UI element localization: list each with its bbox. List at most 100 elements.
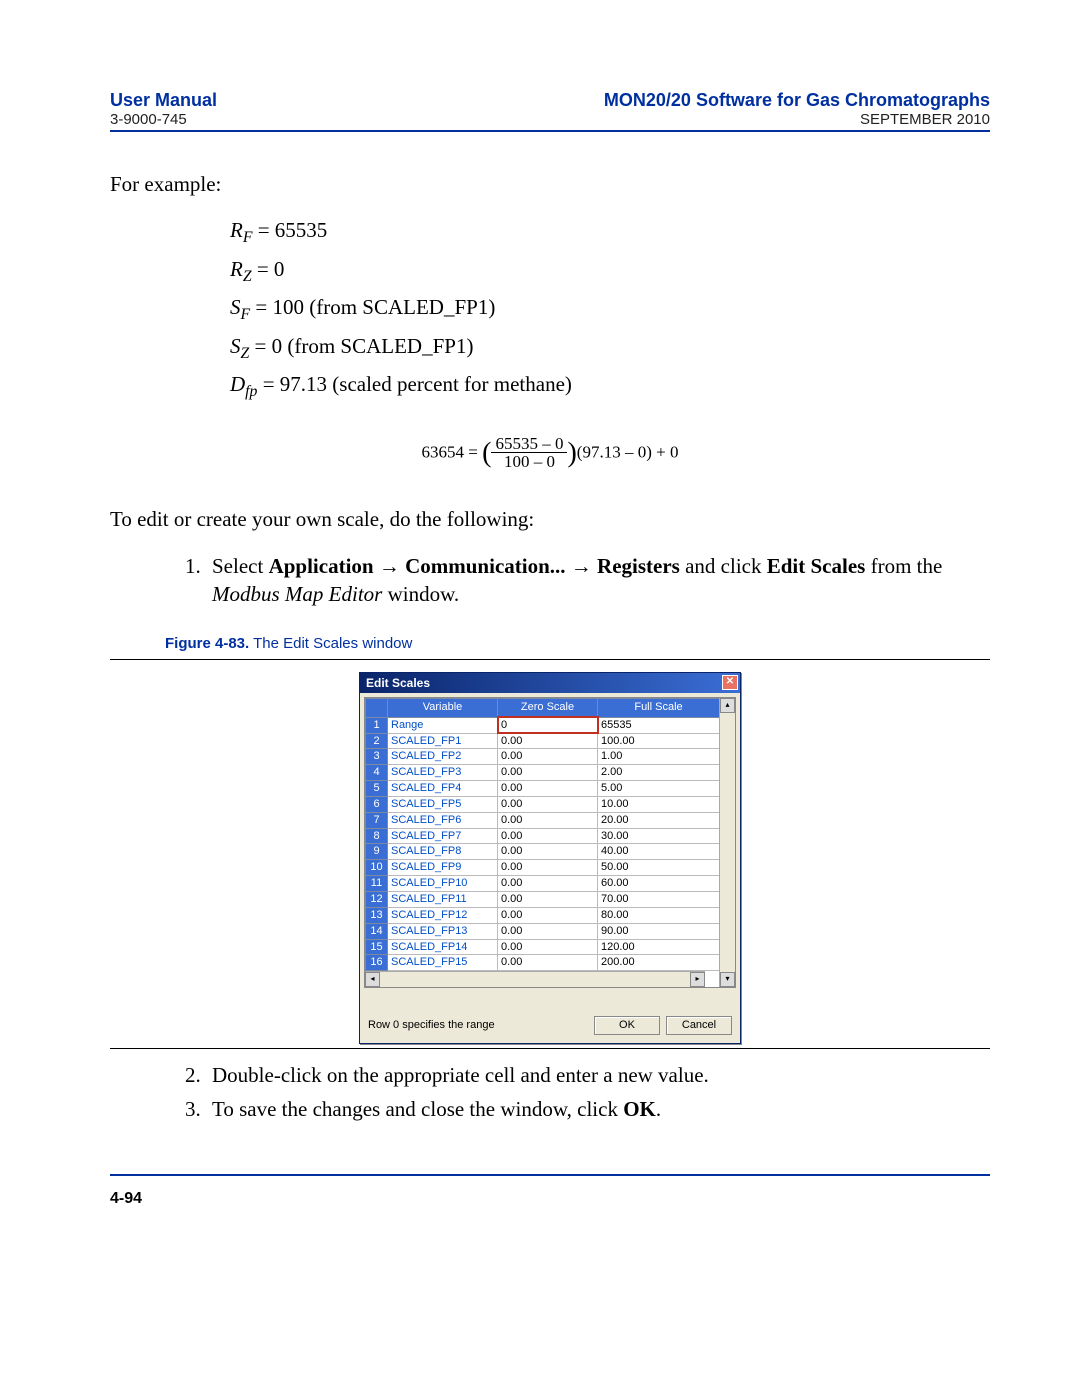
cell-full-scale[interactable]: 90.00 (598, 923, 720, 939)
cell-full-scale[interactable]: 60.00 (598, 876, 720, 892)
cell-zero-scale[interactable]: 0.00 (498, 796, 598, 812)
cell-zero-scale[interactable]: 0.00 (498, 812, 598, 828)
row-number[interactable]: 16 (366, 955, 388, 971)
row-number[interactable]: 10 (366, 860, 388, 876)
cell-full-scale[interactable]: 2.00 (598, 765, 720, 781)
instruction-intro: To edit or create your own scale, do the… (110, 505, 990, 533)
cell-variable[interactable]: SCALED_FP3 (388, 765, 498, 781)
row-number[interactable]: 2 (366, 733, 388, 749)
cell-full-scale[interactable]: 200.00 (598, 955, 720, 971)
table-row[interactable]: 11SCALED_FP100.0060.00 (366, 876, 720, 892)
cell-zero-scale[interactable]: 0.00 (498, 765, 598, 781)
table-row[interactable]: 5SCALED_FP40.005.00 (366, 781, 720, 797)
cell-variable[interactable]: SCALED_FP1 (388, 733, 498, 749)
cell-variable[interactable]: SCALED_FP11 (388, 891, 498, 907)
cancel-button[interactable]: Cancel (666, 1016, 732, 1035)
cell-zero-scale[interactable]: 0.00 (498, 749, 598, 765)
row-number[interactable]: 4 (366, 765, 388, 781)
row-number[interactable]: 13 (366, 907, 388, 923)
cell-full-scale[interactable]: 1.00 (598, 749, 720, 765)
row-number[interactable]: 15 (366, 939, 388, 955)
row-number[interactable]: 11 (366, 876, 388, 892)
cell-zero-scale[interactable]: 0 (498, 717, 598, 733)
scroll-left-icon[interactable]: ◂ (365, 972, 380, 987)
cell-variable[interactable]: SCALED_FP4 (388, 781, 498, 797)
table-row[interactable]: 8SCALED_FP70.0030.00 (366, 828, 720, 844)
row-number[interactable]: 7 (366, 812, 388, 828)
cell-full-scale[interactable]: 70.00 (598, 891, 720, 907)
row-number[interactable]: 5 (366, 781, 388, 797)
table-row[interactable]: 2SCALED_FP10.00100.00 (366, 733, 720, 749)
col-variable[interactable]: Variable (388, 698, 498, 717)
cell-full-scale[interactable]: 50.00 (598, 860, 720, 876)
intro-text: For example: (110, 170, 990, 198)
page-number: 4-94 (110, 1190, 990, 1208)
cell-full-scale[interactable]: 5.00 (598, 781, 720, 797)
table-row[interactable]: 9SCALED_FP80.0040.00 (366, 844, 720, 860)
row-number[interactable]: 3 (366, 749, 388, 765)
scroll-down-icon[interactable]: ▾ (720, 972, 735, 987)
scales-grid[interactable]: Variable Zero Scale Full Scale 1Range065… (364, 697, 736, 989)
scroll-right-icon[interactable]: ▸ (690, 972, 705, 987)
cell-full-scale[interactable]: 30.00 (598, 828, 720, 844)
cell-zero-scale[interactable]: 0.00 (498, 955, 598, 971)
row-number[interactable]: 14 (366, 923, 388, 939)
cell-full-scale[interactable]: 100.00 (598, 733, 720, 749)
cell-zero-scale[interactable]: 0.00 (498, 844, 598, 860)
cell-zero-scale[interactable]: 0.00 (498, 828, 598, 844)
cell-zero-scale[interactable]: 0.00 (498, 781, 598, 797)
cell-full-scale[interactable]: 65535 (598, 717, 720, 733)
row-number[interactable]: 12 (366, 891, 388, 907)
cell-variable[interactable]: SCALED_FP13 (388, 923, 498, 939)
row-number[interactable]: 9 (366, 844, 388, 860)
cell-zero-scale[interactable]: 0.00 (498, 733, 598, 749)
cell-full-scale[interactable]: 40.00 (598, 844, 720, 860)
cell-variable[interactable]: SCALED_FP14 (388, 939, 498, 955)
cell-variable[interactable]: SCALED_FP6 (388, 812, 498, 828)
col-full-scale[interactable]: Full Scale (598, 698, 720, 717)
cell-full-scale[interactable]: 20.00 (598, 812, 720, 828)
cell-variable[interactable]: SCALED_FP5 (388, 796, 498, 812)
cell-variable[interactable]: SCALED_FP9 (388, 860, 498, 876)
cell-zero-scale[interactable]: 0.00 (498, 891, 598, 907)
dialog-titlebar[interactable]: Edit Scales ✕ (360, 673, 740, 693)
row-number[interactable]: 6 (366, 796, 388, 812)
cell-variable[interactable]: SCALED_FP10 (388, 876, 498, 892)
cell-zero-scale[interactable]: 0.00 (498, 907, 598, 923)
grid-corner[interactable] (366, 698, 388, 717)
cell-full-scale[interactable]: 10.00 (598, 796, 720, 812)
table-row[interactable]: 14SCALED_FP130.0090.00 (366, 923, 720, 939)
cell-zero-scale[interactable]: 0.00 (498, 923, 598, 939)
horizontal-scrollbar[interactable]: ◂ ▸ (365, 971, 705, 987)
table-row[interactable]: 13SCALED_FP120.0080.00 (366, 907, 720, 923)
cell-variable[interactable]: SCALED_FP8 (388, 844, 498, 860)
cell-zero-scale[interactable]: 0.00 (498, 876, 598, 892)
cell-variable[interactable]: SCALED_FP12 (388, 907, 498, 923)
table-row[interactable]: 10SCALED_FP90.0050.00 (366, 860, 720, 876)
row-number[interactable]: 8 (366, 828, 388, 844)
table-row[interactable]: 3SCALED_FP20.001.00 (366, 749, 720, 765)
close-icon[interactable]: ✕ (722, 675, 738, 690)
col-zero-scale[interactable]: Zero Scale (498, 698, 598, 717)
table-row[interactable]: 6SCALED_FP50.0010.00 (366, 796, 720, 812)
table-row[interactable]: 4SCALED_FP30.002.00 (366, 765, 720, 781)
cell-variable[interactable]: SCALED_FP7 (388, 828, 498, 844)
vertical-scrollbar[interactable]: ▴ ▾ (719, 698, 735, 988)
cell-zero-scale[interactable]: 0.00 (498, 939, 598, 955)
table-row[interactable]: 7SCALED_FP60.0020.00 (366, 812, 720, 828)
cell-zero-scale[interactable]: 0.00 (498, 860, 598, 876)
step-3: To save the changes and close the window… (206, 1095, 990, 1123)
row-number[interactable]: 1 (366, 717, 388, 733)
cell-full-scale[interactable]: 120.00 (598, 939, 720, 955)
table-row[interactable]: 12SCALED_FP110.0070.00 (366, 891, 720, 907)
cell-variable[interactable]: Range (388, 717, 498, 733)
scroll-up-icon[interactable]: ▴ (720, 698, 735, 713)
ok-button[interactable]: OK (594, 1016, 660, 1035)
table-row[interactable]: 15SCALED_FP140.00120.00 (366, 939, 720, 955)
table-row[interactable]: 16SCALED_FP150.00200.00 (366, 955, 720, 971)
table-row[interactable]: 1Range065535 (366, 717, 720, 733)
cell-full-scale[interactable]: 80.00 (598, 907, 720, 923)
figure-caption: Figure 4-83. The Edit Scales window (165, 634, 990, 654)
cell-variable[interactable]: SCALED_FP15 (388, 955, 498, 971)
cell-variable[interactable]: SCALED_FP2 (388, 749, 498, 765)
